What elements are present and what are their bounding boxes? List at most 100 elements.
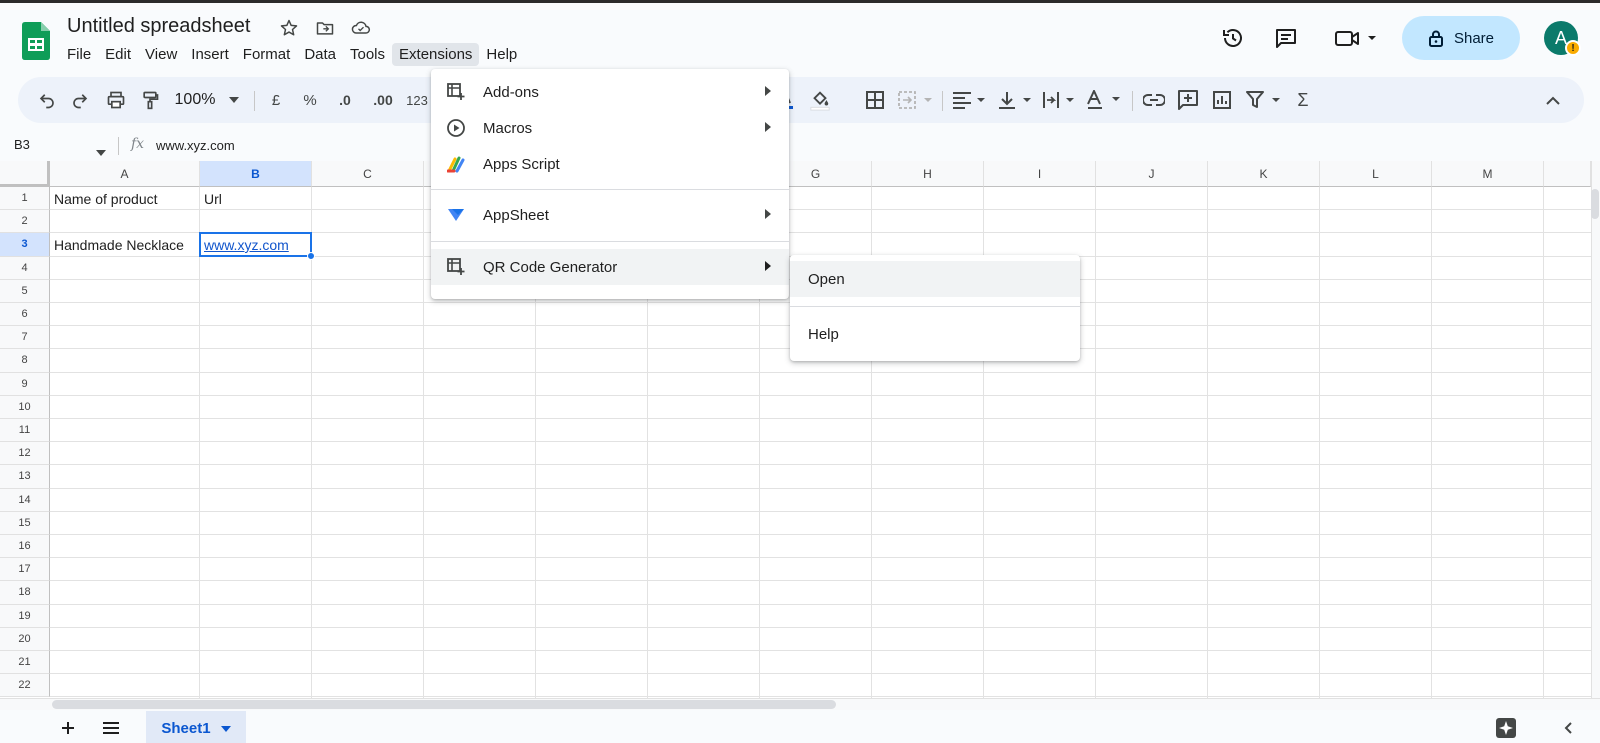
fill-color-icon[interactable] bbox=[806, 77, 834, 123]
move-folder-icon[interactable] bbox=[314, 17, 336, 39]
add-sheet-plus-icon[interactable] bbox=[56, 716, 80, 740]
cell-a3[interactable]: Handmade Necklace bbox=[50, 233, 184, 256]
column-header-h[interactable]: H bbox=[872, 161, 984, 187]
row-header-1[interactable]: 1 bbox=[0, 187, 50, 211]
row-header-12[interactable]: 12 bbox=[0, 442, 50, 466]
row-header-7[interactable]: 7 bbox=[0, 326, 50, 350]
menu-item-qr-code-generator[interactable]: QR Code Generator bbox=[431, 249, 789, 285]
borders-icon[interactable] bbox=[861, 77, 889, 123]
name-box-chevron-down-icon[interactable] bbox=[96, 143, 106, 161]
sheet-tab-sheet1[interactable]: Sheet1 bbox=[146, 711, 246, 743]
fill-handle[interactable] bbox=[307, 251, 315, 260]
column-header-m[interactable]: M bbox=[1432, 161, 1544, 187]
cloud-saved-icon[interactable] bbox=[350, 17, 372, 39]
collapse-toolbar-chevron-up-icon[interactable] bbox=[1540, 77, 1566, 123]
menu-item-add-ons[interactable]: Add-ons bbox=[431, 74, 789, 110]
undo-icon[interactable] bbox=[34, 77, 60, 123]
column-header-j[interactable]: J bbox=[1096, 161, 1208, 187]
row-header-11[interactable]: 11 bbox=[0, 419, 50, 443]
column-header-overflow[interactable] bbox=[1544, 161, 1591, 187]
increase-decimal-button[interactable]: .00 bbox=[366, 77, 400, 123]
menu-format[interactable]: Format bbox=[236, 43, 298, 66]
horizontal-align-icon[interactable] bbox=[950, 77, 988, 123]
row-header-4[interactable]: 4 bbox=[0, 256, 50, 280]
sheet-tab-chevron-down-icon[interactable] bbox=[220, 725, 231, 732]
column-header-c[interactable]: C bbox=[312, 161, 424, 187]
row-header-13[interactable]: 13 bbox=[0, 465, 50, 489]
gridline bbox=[1319, 187, 1320, 698]
row-header-18[interactable]: 18 bbox=[0, 581, 50, 605]
submenu-item-open[interactable]: Open bbox=[790, 261, 1080, 297]
percent-format-button[interactable]: % bbox=[298, 77, 322, 123]
column-header-a[interactable]: A bbox=[50, 161, 200, 187]
filter-icon[interactable] bbox=[1244, 77, 1284, 123]
menu-insert[interactable]: Insert bbox=[184, 43, 236, 66]
insert-link-icon[interactable] bbox=[1140, 77, 1168, 123]
row-header-14[interactable]: 14 bbox=[0, 488, 50, 512]
row-header-19[interactable]: 19 bbox=[0, 604, 50, 628]
horizontal-scroll-thumb[interactable] bbox=[52, 700, 836, 709]
row-header-16[interactable]: 16 bbox=[0, 535, 50, 559]
zoom-select[interactable]: 100% bbox=[170, 77, 220, 123]
row-header-15[interactable]: 15 bbox=[0, 511, 50, 535]
side-panel-chevron-left-icon[interactable] bbox=[1556, 716, 1580, 740]
star-icon[interactable] bbox=[278, 17, 300, 39]
row-header-5[interactable]: 5 bbox=[0, 279, 50, 303]
menu-data[interactable]: Data bbox=[297, 43, 343, 66]
explore-sparkle-icon[interactable] bbox=[1494, 716, 1518, 740]
menu-item-apps-script[interactable]: Apps Script bbox=[431, 146, 789, 182]
menu-item-appsheet[interactable]: AppSheet bbox=[431, 197, 789, 233]
row-header-20[interactable]: 20 bbox=[0, 627, 50, 651]
menu-help[interactable]: Help bbox=[479, 43, 524, 66]
insert-chart-icon[interactable] bbox=[1208, 77, 1236, 123]
text-wrapping-icon[interactable] bbox=[1040, 77, 1078, 123]
cell-b1[interactable]: Url bbox=[200, 187, 222, 210]
sheets-logo-icon[interactable] bbox=[22, 22, 50, 60]
currency-format-button[interactable]: £ bbox=[264, 77, 288, 123]
submenu-item-help[interactable]: Help bbox=[790, 316, 1080, 352]
row-header-2[interactable]: 2 bbox=[0, 210, 50, 234]
row-header-10[interactable]: 10 bbox=[0, 395, 50, 419]
zoom-chevron-down-icon[interactable] bbox=[226, 77, 242, 123]
formula-input[interactable]: www.xyz.com bbox=[156, 138, 235, 153]
row-header-22[interactable]: 22 bbox=[0, 674, 50, 698]
comments-icon[interactable] bbox=[1271, 23, 1301, 53]
column-header-k[interactable]: K bbox=[1208, 161, 1320, 187]
row-header-21[interactable]: 21 bbox=[0, 651, 50, 675]
menu-file[interactable]: File bbox=[60, 43, 98, 66]
menu-tools[interactable]: Tools bbox=[343, 43, 392, 66]
vertical-scroll-thumb[interactable] bbox=[1591, 189, 1599, 219]
vertical-align-icon[interactable] bbox=[996, 77, 1034, 123]
menu-view[interactable]: View bbox=[138, 43, 184, 66]
column-header-l[interactable]: L bbox=[1320, 161, 1432, 187]
menu-extensions[interactable]: Extensions bbox=[392, 43, 480, 66]
all-sheets-menu-icon[interactable] bbox=[99, 716, 123, 740]
paint-format-icon[interactable] bbox=[136, 77, 164, 123]
row-header-17[interactable]: 17 bbox=[0, 558, 50, 582]
row-header-9[interactable]: 9 bbox=[0, 372, 50, 396]
print-icon[interactable] bbox=[102, 77, 130, 123]
meet-video-icon[interactable] bbox=[1331, 23, 1383, 53]
row-header-3[interactable]: 3 bbox=[0, 233, 50, 257]
document-title[interactable]: Untitled spreadsheet bbox=[67, 15, 250, 38]
redo-icon[interactable] bbox=[67, 77, 93, 123]
name-box[interactable]: B3 bbox=[14, 137, 30, 152]
merge-cells-icon[interactable] bbox=[896, 77, 936, 123]
more-formats-button[interactable]: 123 bbox=[404, 77, 430, 123]
menu-edit[interactable]: Edit bbox=[98, 43, 138, 66]
functions-button[interactable]: Σ bbox=[1290, 77, 1316, 123]
spreadsheet-grid[interactable]: ABCDEFGHIJKLM123456789101112131415161718… bbox=[0, 161, 1591, 698]
row-header-6[interactable]: 6 bbox=[0, 303, 50, 327]
menu-item-macros[interactable]: Macros bbox=[431, 110, 789, 146]
decrease-decimal-button[interactable]: .0 bbox=[330, 77, 360, 123]
cell-a1[interactable]: Name of product bbox=[50, 187, 158, 210]
vertical-scrollbar[interactable] bbox=[1591, 161, 1600, 698]
text-rotation-icon[interactable] bbox=[1084, 77, 1124, 123]
version-history-icon[interactable] bbox=[1218, 23, 1248, 53]
row-header-8[interactable]: 8 bbox=[0, 349, 50, 373]
insert-comment-icon[interactable] bbox=[1174, 77, 1202, 123]
select-all-corner[interactable] bbox=[0, 161, 50, 187]
column-header-i[interactable]: I bbox=[984, 161, 1096, 187]
column-header-b[interactable]: B bbox=[200, 161, 312, 187]
share-button[interactable]: Share bbox=[1402, 16, 1520, 60]
